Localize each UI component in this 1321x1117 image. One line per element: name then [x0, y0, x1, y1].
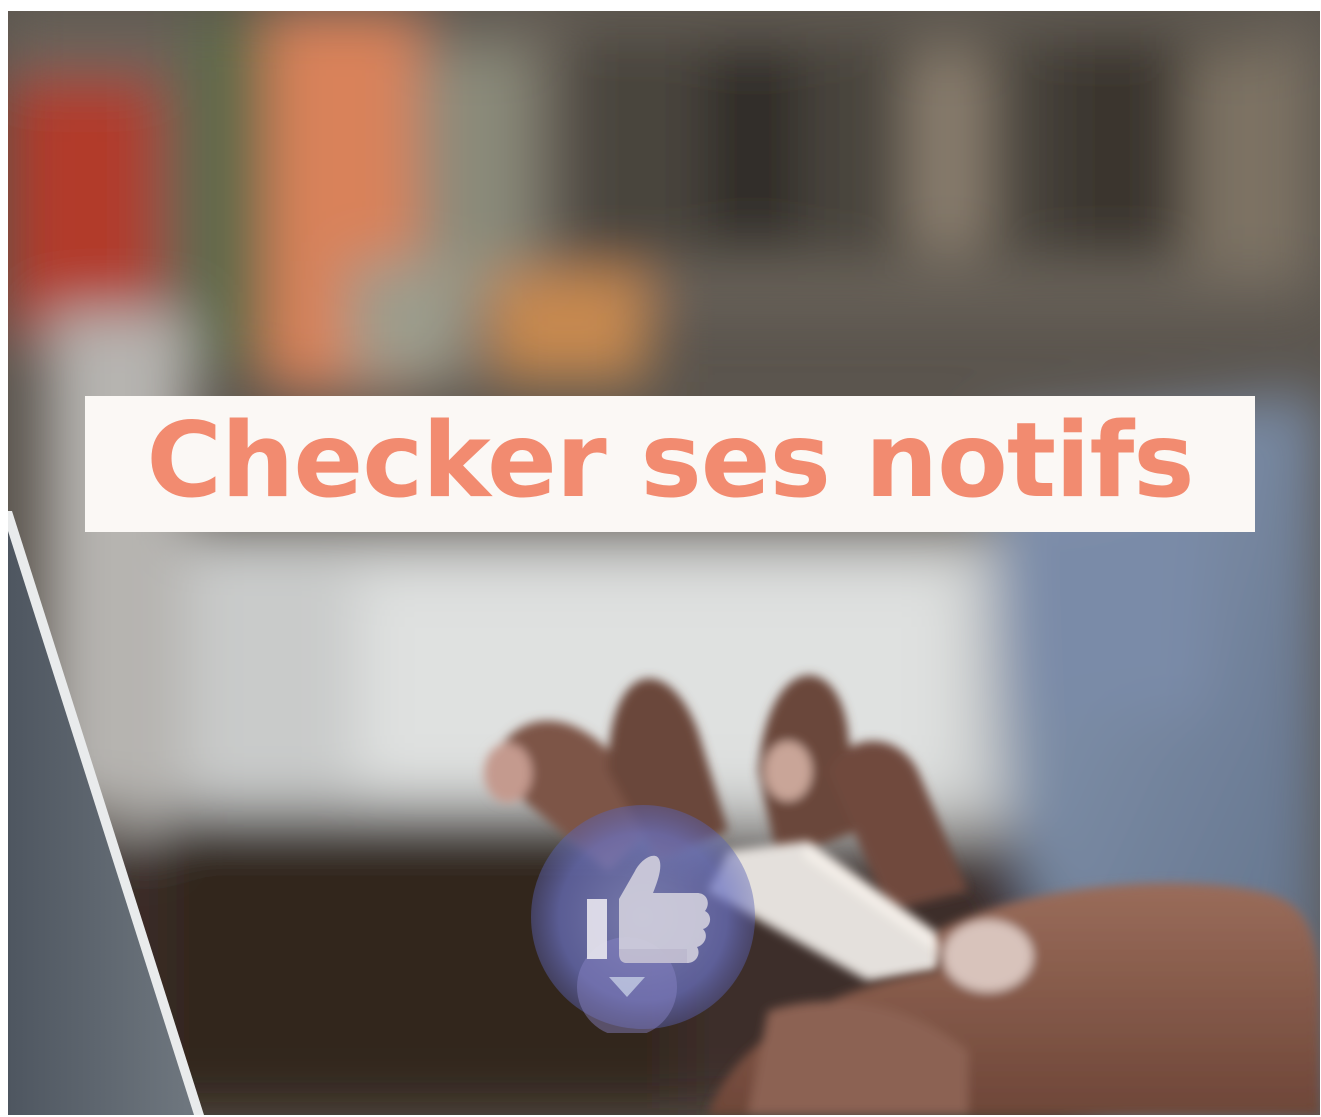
caption-text: Checker ses notifs	[146, 400, 1194, 521]
caption-banner: Checker ses notifs	[85, 396, 1255, 532]
video-frame: Checker ses notifs	[8, 11, 1320, 1115]
thumbs-up-icon	[531, 805, 755, 1033]
